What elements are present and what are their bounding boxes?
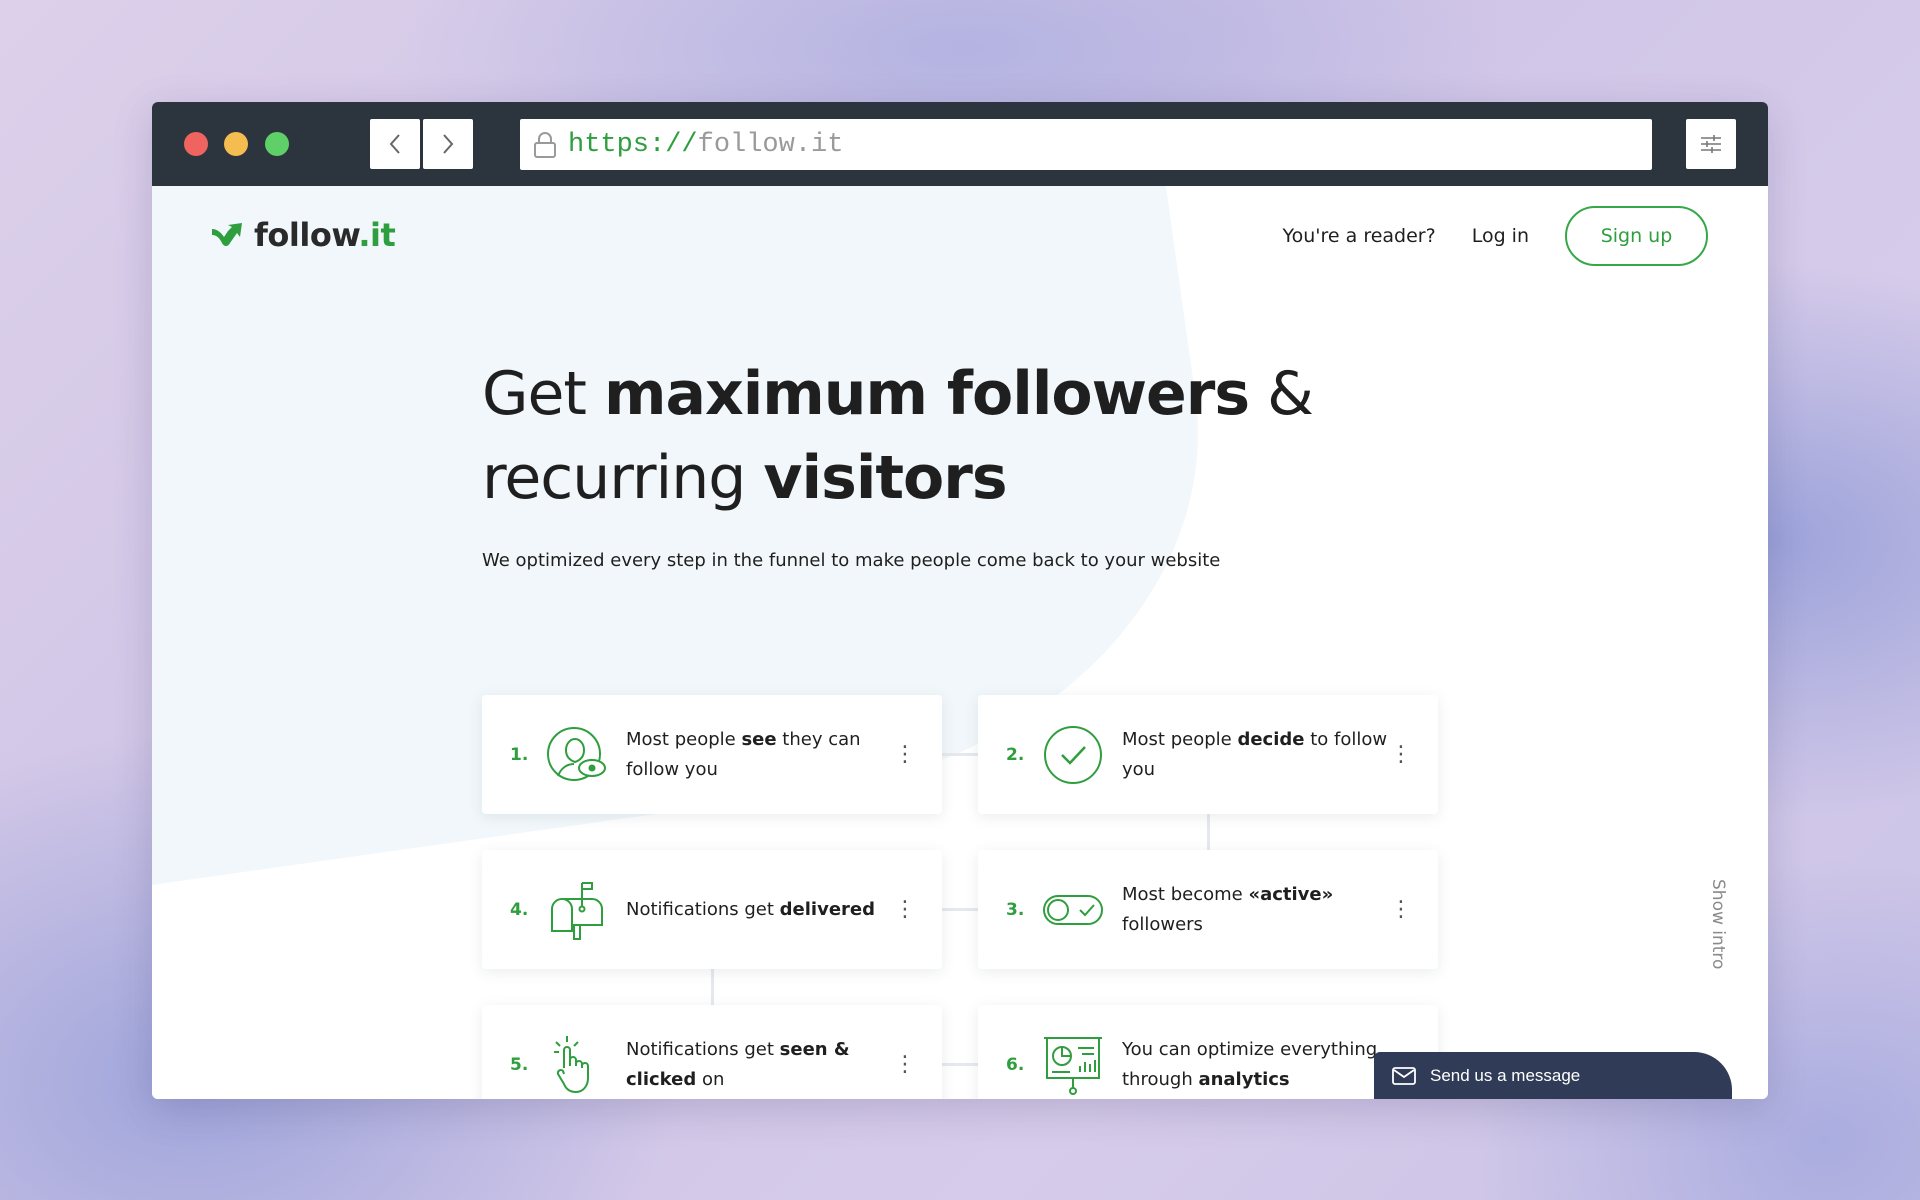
chevron-right-icon xyxy=(443,134,454,154)
person-eye-icon xyxy=(547,726,606,781)
hand-click-icon xyxy=(554,1035,589,1093)
more-options-icon[interactable]: ⋮ xyxy=(894,743,916,766)
maximize-window-button[interactable] xyxy=(265,132,289,156)
hero: Get maximum followers & recurring visito… xyxy=(482,352,1382,571)
chevron-left-icon xyxy=(389,134,400,154)
step-number: 5. xyxy=(510,1054,529,1075)
signup-button[interactable]: Sign up xyxy=(1565,206,1708,266)
show-intro-tab[interactable]: Show intro xyxy=(1708,879,1728,969)
step-card-2[interactable]: 2. Most people decide to follow you ⋮ xyxy=(978,695,1438,814)
checkmark-circle-icon xyxy=(1044,725,1102,784)
more-options-icon[interactable]: ⋮ xyxy=(894,898,916,921)
close-window-button[interactable] xyxy=(184,132,208,156)
forward-button[interactable] xyxy=(423,119,473,169)
browser-window: https://follow.it follow.it You're a rea… xyxy=(152,102,1768,1099)
flow-connector xyxy=(711,969,714,1005)
step-text: Notifications get delivered xyxy=(626,898,876,920)
browser-toolbar: https://follow.it xyxy=(152,102,1768,186)
logo[interactable]: follow.it xyxy=(210,216,396,254)
step-card-3[interactable]: 3. Most become «active» followers ⋮ xyxy=(978,850,1438,969)
flow-connector xyxy=(942,908,978,911)
minimize-window-button[interactable] xyxy=(224,132,248,156)
toggle-check-icon xyxy=(1043,894,1103,925)
page-content: follow.it You're a reader? Log in Sign u… xyxy=(152,186,1768,1099)
more-options-icon[interactable]: ⋮ xyxy=(1390,743,1412,766)
step-text: Most people decide to follow you xyxy=(1122,728,1388,780)
browser-settings-button[interactable] xyxy=(1686,119,1736,169)
flow-connector xyxy=(1207,814,1210,850)
lock-icon xyxy=(534,131,556,158)
step-number: 1. xyxy=(510,744,529,765)
more-options-icon[interactable]: ⋮ xyxy=(894,1053,916,1076)
back-button[interactable] xyxy=(370,119,420,169)
logo-text: follow.it xyxy=(254,216,396,254)
step-card-4[interactable]: 4. Notifications get delivered ⋮ xyxy=(482,850,942,969)
address-bar[interactable]: https://follow.it xyxy=(520,119,1652,170)
step-text: You can optimize everything through anal… xyxy=(1122,1038,1378,1090)
flow-connector xyxy=(942,1063,978,1066)
chat-widget-button[interactable]: Send us a message xyxy=(1374,1052,1732,1099)
reader-link[interactable]: You're a reader? xyxy=(1283,225,1436,247)
mailbox-icon xyxy=(551,881,603,940)
hero-subtitle: We optimized every step in the funnel to… xyxy=(482,550,1221,571)
follow-arrow-icon xyxy=(212,223,242,246)
url-host: follow.it xyxy=(697,129,844,160)
url-protocol: https:// xyxy=(568,129,698,160)
more-options-icon[interactable]: ⋮ xyxy=(1390,898,1412,921)
chat-label: Send us a message xyxy=(1430,1065,1581,1085)
flow-connector xyxy=(942,753,978,756)
step-text: Most people see they can follow you xyxy=(626,728,861,780)
step-text: Most become «active» followers xyxy=(1122,883,1334,935)
step-card-5[interactable]: 5. Notifications get seen & clicked on ⋮ xyxy=(482,1005,942,1099)
step-number: 4. xyxy=(510,899,529,920)
step-text: Notifications get seen & clicked on xyxy=(626,1038,850,1090)
presentation-chart-icon xyxy=(1044,1036,1102,1095)
step-card-6[interactable]: 6. You can optimize everything through a… xyxy=(978,1005,1438,1099)
envelope-icon xyxy=(1392,1066,1416,1085)
login-link[interactable]: Log in xyxy=(1472,225,1529,247)
hero-title: Get maximum followers & recurring visito… xyxy=(482,359,1314,513)
header-nav: You're a reader? Log in Sign up xyxy=(1283,206,1708,266)
step-number: 6. xyxy=(1006,1054,1025,1075)
step-number: 2. xyxy=(1006,744,1025,765)
step-card-1[interactable]: 1. Most people see they can follow you ⋮ xyxy=(482,695,942,814)
sliders-icon xyxy=(1701,135,1721,153)
step-number: 3. xyxy=(1006,899,1025,920)
